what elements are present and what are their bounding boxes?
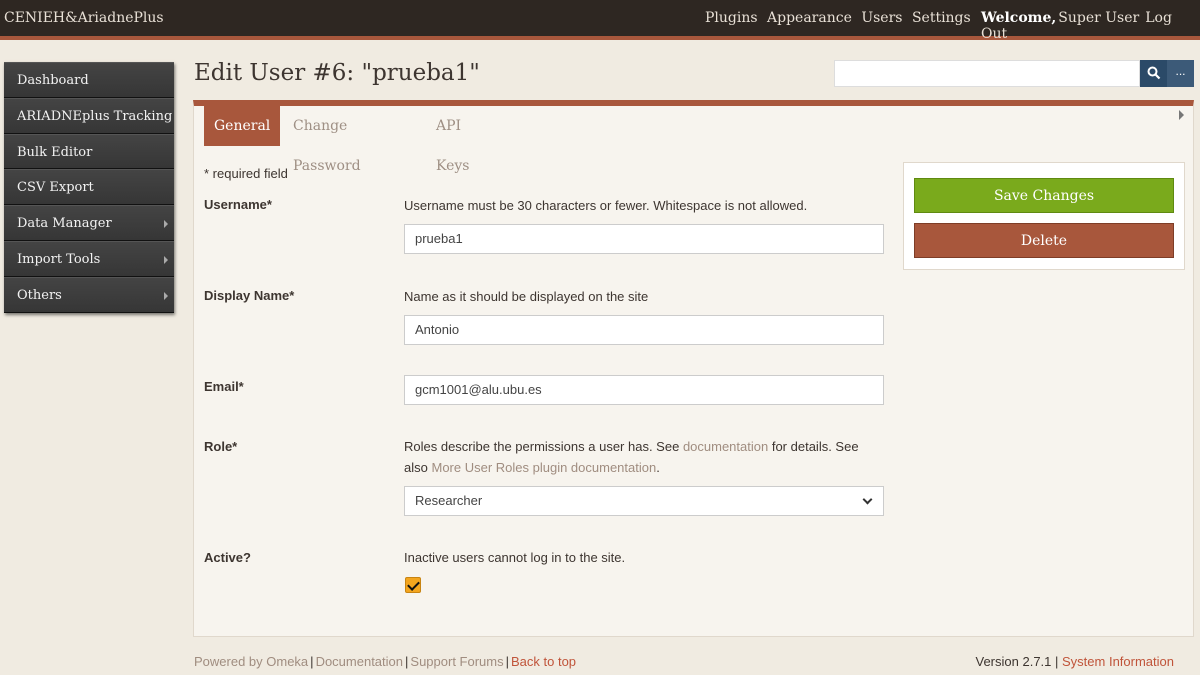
delete-button[interactable]: Delete xyxy=(914,223,1174,258)
save-changes-button[interactable]: Save Changes xyxy=(914,178,1174,213)
chevron-right-icon xyxy=(164,255,168,264)
username-field[interactable]: prueba1 xyxy=(404,224,884,254)
tab-change-password[interactable]: Change Password xyxy=(293,106,361,174)
sidebar-item-label: Import Tools xyxy=(17,251,101,267)
documentation-link[interactable]: documentation xyxy=(683,439,768,454)
sidebar-item-label: Data Manager xyxy=(17,216,112,232)
current-user[interactable]: Super User xyxy=(1058,10,1139,26)
sidebar-item-label: Bulk Editor xyxy=(17,144,93,160)
nav-users[interactable]: Users xyxy=(861,10,902,26)
chevron-right-icon xyxy=(164,220,168,229)
sidebar-item-label: Others xyxy=(17,287,62,303)
page-title: Edit User #6: "prueba1" xyxy=(194,60,480,86)
powered-by-omeka-link[interactable]: Powered by Omeka xyxy=(194,654,308,669)
sidebar-nav: Dashboard ARIADNEplus Tracking Bulk Editor… xyxy=(4,62,174,313)
footer-documentation-link[interactable]: Documentation xyxy=(316,654,403,669)
tab-general[interactable]: General xyxy=(204,106,281,146)
display-name-hint: Name as it should be displayed on the si… xyxy=(404,289,649,304)
sidebar-item-import-tools[interactable]: Import Tools xyxy=(4,240,174,277)
welcome-text: Welcome, xyxy=(981,10,1057,26)
site-title[interactable]: CENIEH&AriadnePlus xyxy=(4,10,164,26)
sidebar-item-bulk-editor[interactable]: Bulk Editor xyxy=(4,133,174,170)
footer-version: Version 2.7.1 | System Information xyxy=(976,654,1175,669)
email-field[interactable]: gcm1001@alu.ubu.es xyxy=(404,375,884,405)
nav-appearance[interactable]: Appearance xyxy=(767,10,852,26)
username-hint: Username must be 30 characters or fewer.… xyxy=(404,198,808,213)
admin-search: ... xyxy=(834,60,1194,87)
panel-collapse-arrow-icon[interactable] xyxy=(1179,110,1184,120)
username-label: Username* xyxy=(204,197,272,212)
version-text: Version 2.7.1 | xyxy=(975,654,1059,669)
top-bar: CENIEH&AriadnePlus Plugins Appearance Us… xyxy=(0,0,1200,42)
advanced-search-button[interactable]: ... xyxy=(1167,60,1194,87)
role-hint-text-1: Roles describe the permissions a user ha… xyxy=(404,439,680,454)
system-information-link[interactable]: System Information xyxy=(1062,654,1174,669)
sidebar-item-ariadneplus-tracking[interactable]: ARIADNEplus Tracking xyxy=(4,97,174,134)
search-button[interactable] xyxy=(1140,60,1167,87)
save-panel: Save Changes Delete xyxy=(903,162,1185,270)
chevron-right-icon xyxy=(164,291,168,300)
sidebar-item-csv-export[interactable]: CSV Export xyxy=(4,169,174,206)
role-hint: Roles describe the permissions a user ha… xyxy=(404,436,874,478)
more-user-roles-doc-link[interactable]: More User Roles plugin documentation xyxy=(431,460,656,475)
sidebar-item-label: Dashboard xyxy=(17,73,89,88)
nav-plugins[interactable]: Plugins xyxy=(705,10,758,26)
support-forums-link[interactable]: Support Forums xyxy=(410,654,503,669)
role-hint-text-3: . xyxy=(656,460,660,475)
welcome-area: Welcome, Super User Log Out xyxy=(981,10,1200,42)
role-selected-value: Researcher xyxy=(415,493,483,508)
active-checkbox[interactable] xyxy=(405,577,421,593)
email-label: Email* xyxy=(204,379,244,394)
sidebar-item-label: CSV Export xyxy=(17,180,94,196)
chevron-down-icon xyxy=(862,494,873,505)
required-note: * required field xyxy=(204,166,288,181)
sidebar-item-data-manager[interactable]: Data Manager xyxy=(4,205,174,241)
sidebar-item-dashboard[interactable]: Dashboard xyxy=(4,62,174,98)
footer-links: Powered by Omeka | Documentation | Support F… xyxy=(194,654,577,669)
role-label: Role* xyxy=(204,439,238,454)
back-to-top-link[interactable]: Back to top xyxy=(511,654,576,669)
display-name-field[interactable]: Antonio xyxy=(404,315,884,345)
search-icon xyxy=(1147,66,1160,80)
search-input[interactable] xyxy=(834,60,1140,87)
active-label: Active? xyxy=(204,550,251,565)
sidebar-item-others[interactable]: Others xyxy=(4,276,174,313)
active-hint: Inactive users cannot log in to the site… xyxy=(404,550,626,565)
nav-settings[interactable]: Settings xyxy=(912,10,971,26)
sidebar-item-label: ARIADNEplus Tracking xyxy=(17,108,173,124)
display-name-label: Display Name* xyxy=(204,288,295,303)
role-select[interactable]: Researcher xyxy=(404,486,884,516)
top-nav: Plugins Appearance Users Settings xyxy=(705,10,976,26)
tab-api-keys[interactable]: API Keys xyxy=(436,106,469,174)
